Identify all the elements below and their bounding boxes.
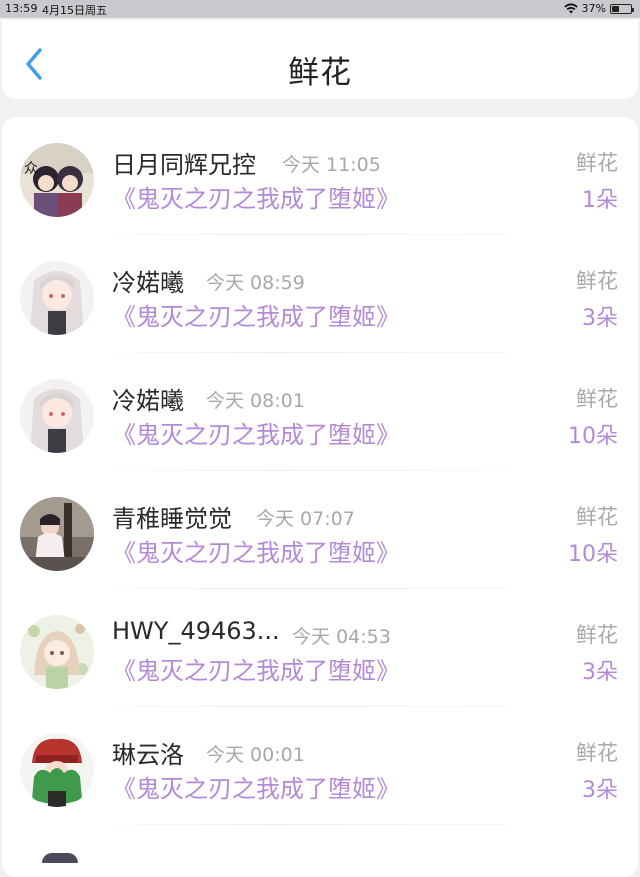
- gift-count: 3朵: [582, 660, 618, 685]
- status-date: 4月15日周五: [42, 4, 107, 17]
- divider: [112, 824, 512, 825]
- gift-name: 鲜花: [576, 387, 618, 411]
- username: HWY_49463...: [112, 617, 280, 645]
- list-item[interactable]: 冷婼曦 今天 08:01 《鬼灭之刃之我成了堕姬》 鲜花 10朵: [2, 353, 638, 471]
- avatar: [20, 497, 94, 571]
- list-item[interactable]: HWY_49463... 今天 04:53 《鬼灭之刃之我成了堕姬》 鲜花 3朵: [2, 589, 638, 707]
- avatar: [20, 261, 94, 335]
- gift-name: 鲜花: [576, 741, 618, 765]
- gift-name: 鲜花: [576, 269, 618, 293]
- list-item[interactable]: 青稚睡觉觉 今天 07:07 《鬼灭之刃之我成了堕姬》 鲜花 10朵: [2, 471, 638, 589]
- avatar: [20, 379, 94, 453]
- battery-fill: [612, 5, 619, 12]
- book-title-link[interactable]: 《鬼灭之刃之我成了堕姬》: [112, 651, 400, 686]
- book-title-link[interactable]: 《鬼灭之刃之我成了堕姬》: [112, 769, 400, 804]
- nav-bar: 鲜花: [2, 20, 638, 99]
- username: 青稚睡觉觉: [112, 505, 232, 533]
- timestamp: 今天 11:05: [282, 154, 381, 176]
- timestamp: 今天 00:01: [206, 744, 305, 766]
- book-title-link[interactable]: 《鬼灭之刃之我成了堕姬》: [112, 179, 400, 214]
- timestamp: 今天 08:01: [206, 390, 305, 412]
- gift-count: 10朵: [568, 424, 618, 449]
- avatar: [20, 615, 94, 689]
- gift-count: 10朵: [568, 542, 618, 567]
- book-title-link[interactable]: 《鬼灭之刃之我成了堕姬》: [112, 415, 400, 450]
- gift-count: 3朵: [582, 306, 618, 331]
- timestamp: 今天 07:07: [256, 508, 355, 530]
- username: 冷婼曦: [112, 269, 184, 297]
- gift-name: 鲜花: [576, 151, 618, 175]
- list-item[interactable]: 琳云洛 今天 00:01 《鬼灭之刃之我成了堕姬》 鲜花 3朵: [2, 707, 638, 825]
- page-title: 鲜花: [288, 55, 352, 91]
- gift-count: 1朵: [582, 188, 618, 213]
- timestamp: 今天 04:53: [292, 626, 391, 648]
- status-bar: 13:59 4月15日周五 37%: [0, 0, 640, 18]
- status-time: 13:59: [5, 2, 38, 15]
- username: 琳云洛: [112, 741, 184, 769]
- book-title-link[interactable]: 《鬼灭之刃之我成了堕姬》: [112, 533, 400, 568]
- battery-percent: 37%: [581, 2, 606, 15]
- avatar: [42, 853, 78, 863]
- svg-text:众: 众: [24, 161, 38, 177]
- avatar: 众: [20, 143, 94, 217]
- list-item[interactable]: 众 日月同辉兄控 今天 11:05 《鬼灭之刃之我成了堕姬》 鲜花 1朵: [2, 117, 638, 235]
- username: 日月同辉兄控: [112, 151, 256, 179]
- avatar: [20, 733, 94, 807]
- gift-count: 3朵: [582, 778, 618, 803]
- gift-name: 鲜花: [576, 623, 618, 647]
- book-title-link[interactable]: 《鬼灭之刃之我成了堕姬》: [112, 297, 400, 332]
- battery-icon: [610, 3, 634, 14]
- wifi-icon: [563, 3, 578, 14]
- status-right: 37%: [563, 2, 634, 15]
- list-item[interactable]: 冷婼曦 今天 08:59 《鬼灭之刃之我成了堕姬》 鲜花 3朵: [2, 235, 638, 353]
- timestamp: 今天 08:59: [206, 272, 305, 294]
- username: 冷婼曦: [112, 387, 184, 415]
- gift-record-list: 众 日月同辉兄控 今天 11:05 《鬼灭之刃之我成了堕姬》 鲜花 1朵 冷婼曦…: [2, 117, 638, 877]
- gift-name: 鲜花: [576, 505, 618, 529]
